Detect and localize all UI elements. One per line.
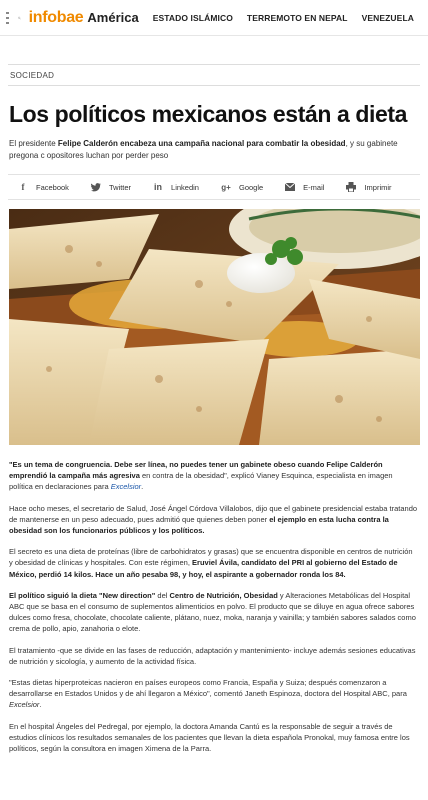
article-paragraph: El político siguió la dieta "New directi… [9, 590, 418, 635]
nav-item-venezuela[interactable]: VENEZUELA [362, 13, 414, 23]
lead-text: El presidente [9, 139, 58, 148]
article-lead: El presidente Felipe Calderón encabeza u… [9, 138, 420, 164]
article-paragraph: Hace ocho meses, el secretario de Salud,… [9, 503, 418, 537]
share-facebook-button[interactable]: f Facebook [18, 182, 69, 192]
section-label[interactable]: SOCIEDAD [10, 71, 54, 80]
article-photo [9, 209, 420, 445]
share-linkedin-button[interactable]: in Linkedin [153, 182, 199, 192]
paragraph-end: . [39, 700, 42, 710]
share-twitter-button[interactable]: Twitter [90, 182, 132, 192]
share-google-label: Google [238, 182, 264, 192]
hamburger-menu-icon[interactable] [6, 11, 9, 24]
twitter-icon [90, 182, 101, 192]
share-linkedin-label: Linkedin [171, 182, 199, 192]
article-body: "Es un tema de congruencia. Debe ser lín… [9, 459, 418, 754]
facebook-icon: f [21, 182, 25, 192]
article-paragraph: "Estas dietas hiperproteicas nacieron en… [9, 677, 418, 711]
linkedin-icon: in [154, 182, 163, 192]
share-print-label: Imprimir [364, 182, 392, 192]
search-icon[interactable] [17, 10, 21, 26]
paragraph-bold: Centro de Nutrición, Obesidad [169, 590, 278, 600]
printer-icon [346, 182, 357, 192]
article-title: Los políticos mexicanos están a dieta [9, 101, 408, 127]
section-bar: SOCIEDAD [8, 64, 420, 86]
share-print-button[interactable]: Imprimir [346, 182, 392, 192]
quesadillas-image [9, 209, 420, 445]
paragraph-end: . [141, 482, 144, 492]
paragraph-bold: El político siguió la dieta "New directi… [9, 590, 156, 600]
google-plus-icon: g+ [221, 182, 231, 192]
email-icon [285, 182, 296, 192]
article-paragraph: El tratamiento -que se divide en las fas… [9, 645, 418, 667]
excelsior-link[interactable]: Excelsior [111, 482, 141, 491]
article-paragraph: "Es un tema de congruencia. Debe ser lín… [9, 459, 418, 493]
share-facebook-label: Facebook [36, 182, 69, 192]
brand-logo[interactable]: infobae [29, 9, 84, 27]
share-email-label: E-mail [303, 182, 325, 192]
share-twitter-label: Twitter [108, 182, 132, 192]
article-paragraph: El secreto es una dieta de proteínas (li… [9, 546, 418, 580]
nav-item-estado-islamico[interactable]: ESTADO ISLÁMICO [153, 13, 233, 23]
excelsior-italic: Excelsior [9, 700, 40, 710]
region-label[interactable]: América [87, 10, 138, 25]
paragraph-text: "Estas dietas hiperproteicas nacieron en… [9, 678, 407, 699]
paragraph-text: El tratamiento -que se divide en las fas… [9, 645, 416, 666]
share-email-button[interactable]: E-mail [285, 182, 324, 192]
share-bar: f Facebook Twitter in Linkedin g+ Google… [8, 174, 420, 200]
paragraph-text: En el hospital Ángeles del Pedregal, por… [9, 721, 410, 754]
lead-bold-text: Felipe Calderón encabeza una campaña nac… [57, 139, 346, 148]
share-google-button[interactable]: g+ Google [221, 182, 263, 192]
paragraph-text: del [155, 590, 170, 600]
article-paragraph: En el hospital Ángeles del Pedregal, por… [9, 721, 418, 755]
top-nav-bar: infobae América ESTADO ISLÁMICO TERREMOT… [0, 0, 428, 36]
nav-item-terremoto-nepal[interactable]: TERREMOTO EN NEPAL [247, 13, 348, 23]
